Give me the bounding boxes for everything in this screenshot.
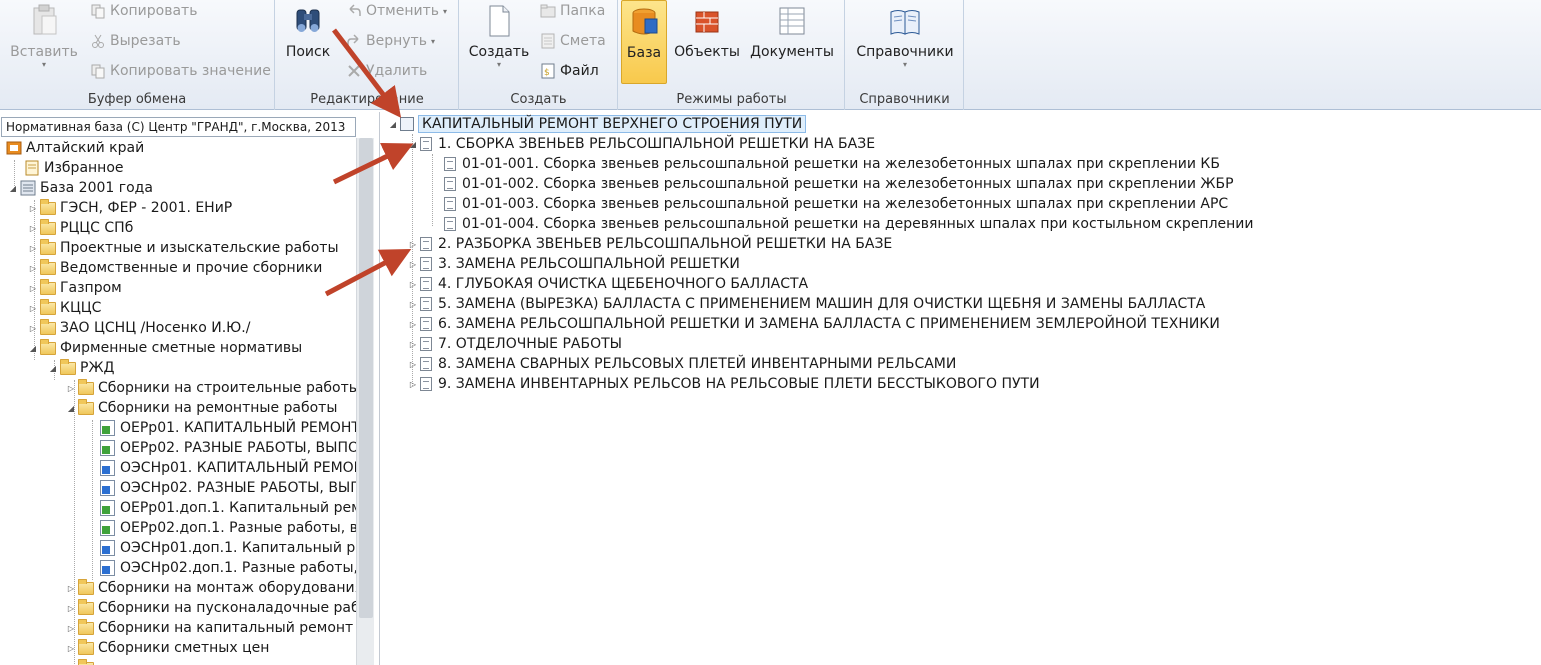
annotation-arrows [324, 28, 414, 297]
annotation-arrow [332, 28, 402, 118]
annotation-arrow [324, 248, 412, 297]
annotation-arrow [332, 143, 414, 185]
